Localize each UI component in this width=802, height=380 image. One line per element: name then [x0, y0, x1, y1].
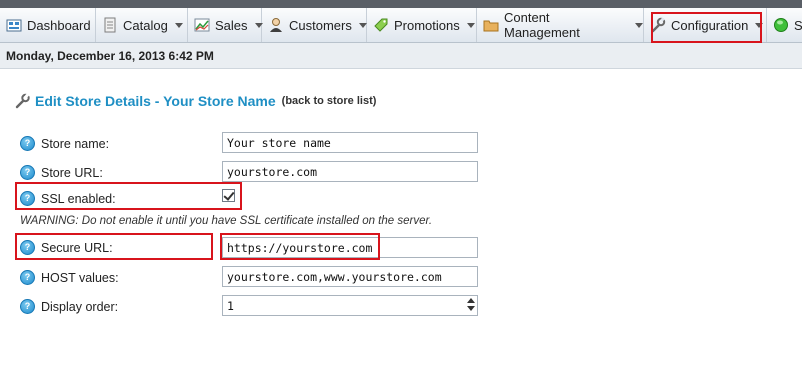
nav-promotions-label: Promotions — [394, 17, 460, 33]
catalog-icon — [102, 17, 118, 33]
store-url-label: Store URL: — [41, 165, 103, 180]
help-icon[interactable]: ? — [20, 136, 35, 151]
help-icon[interactable]: ? — [20, 270, 35, 285]
chevron-down-icon — [466, 22, 475, 28]
dashboard-icon — [6, 17, 22, 33]
nav-content-management[interactable]: Content Management — [477, 8, 644, 42]
nav-content-management-label: Content Management — [504, 10, 580, 40]
page-title: Edit Store Details - Your Store Name — [35, 93, 276, 109]
ssl-enabled-label: SSL enabled: — [41, 191, 116, 206]
nav-system-label: Sy — [794, 17, 802, 33]
nav-configuration-label: Configuration — [671, 17, 749, 33]
store-url-input[interactable] — [222, 161, 478, 182]
nav-system[interactable]: Sy — [767, 8, 802, 42]
stepper-arrows-icon[interactable] — [466, 297, 476, 312]
secure-url-input[interactable] — [222, 237, 478, 258]
help-icon[interactable]: ? — [20, 240, 35, 255]
promotions-tag-icon — [373, 17, 389, 33]
help-icon[interactable]: ? — [20, 191, 35, 206]
chevron-down-icon — [174, 22, 183, 28]
back-to-store-list-link[interactable]: (back to store list) — [282, 95, 377, 107]
host-values-input[interactable] — [222, 266, 478, 287]
wrench-icon — [650, 17, 666, 33]
chevron-down-icon — [755, 22, 764, 28]
display-order-input[interactable] — [222, 295, 478, 316]
stepper-up-icon[interactable] — [467, 298, 475, 303]
display-order-stepper[interactable] — [222, 295, 478, 316]
customers-icon — [268, 17, 284, 33]
store-url-row: ? Store URL: — [20, 165, 103, 180]
nav-catalog[interactable]: Catalog — [96, 8, 188, 42]
display-order-label: Display order: — [41, 299, 119, 314]
help-icon[interactable]: ? — [20, 299, 35, 314]
sales-chart-icon — [194, 17, 210, 33]
date-time-bar: Monday, December 16, 2013 6:42 PM — [0, 43, 802, 69]
system-status-icon — [773, 17, 789, 33]
store-name-label: Store name: — [41, 136, 110, 151]
nav-catalog-label: Catalog — [123, 17, 168, 33]
display-order-row: ? Display order: — [20, 299, 118, 314]
nav-customers-label: Customers — [289, 17, 352, 33]
help-icon[interactable]: ? — [20, 165, 35, 180]
nav-configuration[interactable]: Configuration — [644, 8, 767, 42]
nav-dashboard-label: Dashboard — [27, 17, 91, 33]
nav-customers[interactable]: Customers — [262, 8, 367, 42]
host-values-row: ? HOST values: — [20, 270, 119, 285]
ssl-enabled-checkbox[interactable] — [222, 189, 235, 202]
nav-sales[interactable]: Sales — [188, 8, 263, 42]
nav-sales-label: Sales — [215, 17, 248, 33]
page-title-block: Edit Store Details - Your Store Name (ba… — [14, 93, 376, 109]
nav-dashboard[interactable]: Dashboard — [0, 8, 96, 42]
wrench-icon — [14, 93, 32, 109]
store-name-row: ? Store name: — [20, 136, 109, 151]
store-name-input[interactable] — [222, 132, 478, 153]
window-top-strip — [0, 0, 802, 8]
folder-icon — [483, 17, 499, 33]
ssl-warning-text: WARNING: Do not enable it until you have… — [20, 215, 433, 227]
main-navigation-bar: Dashboard Catalog Sales Customers Promot… — [0, 8, 802, 43]
chevron-down-icon — [358, 22, 367, 28]
ssl-enabled-row: ? SSL enabled: — [20, 191, 116, 206]
nav-promotions[interactable]: Promotions — [367, 8, 477, 42]
stepper-down-icon[interactable] — [467, 306, 475, 311]
secure-url-label: Secure URL: — [41, 240, 113, 255]
secure-url-row: ? Secure URL: — [20, 240, 113, 255]
host-values-label: HOST values: — [41, 270, 119, 285]
chevron-down-icon — [635, 22, 643, 28]
current-date-time: Monday, December 16, 2013 6:42 PM — [6, 49, 214, 63]
